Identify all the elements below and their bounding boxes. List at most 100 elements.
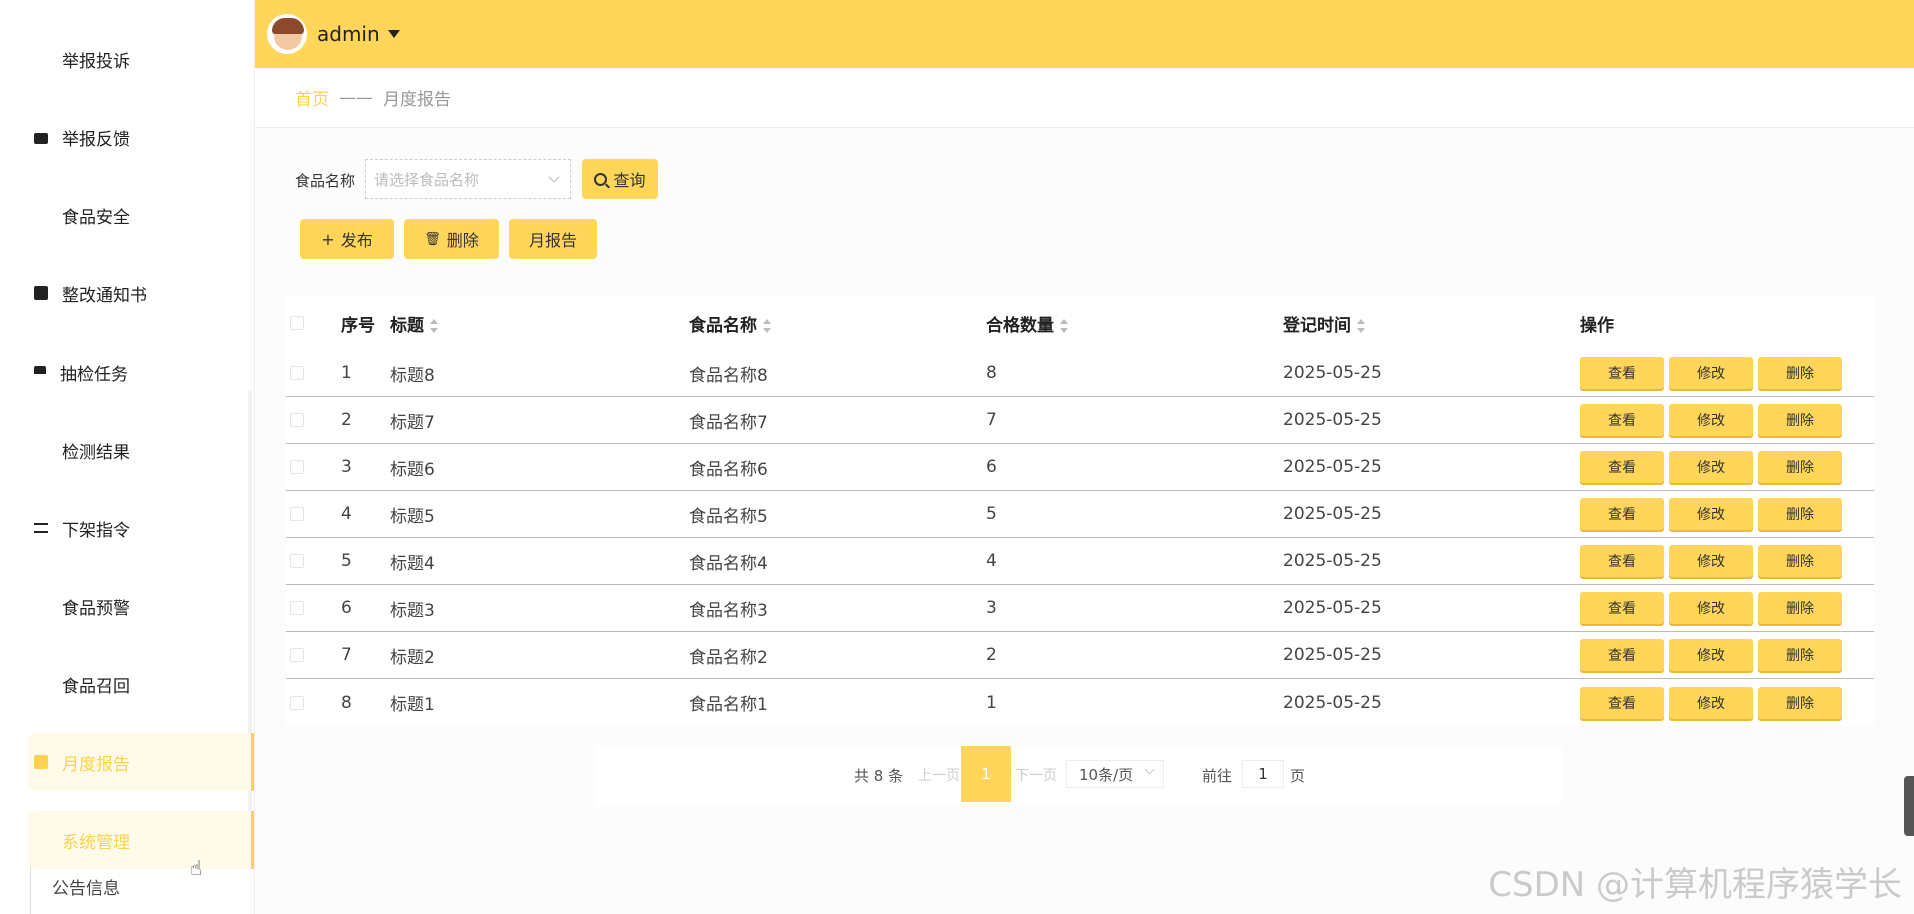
monthly-report-button-label: 月报告 [528,231,577,250]
cell-food-name: 食品名称8 [689,365,768,386]
row-checkbox[interactable] [290,366,304,380]
col-header-date[interactable]: 登记时间 [1283,311,1365,336]
sidebar-item-monthly-report[interactable]: 月度报告 [28,733,254,791]
edit-button[interactable]: 修改 [1669,545,1753,577]
grid-icon [34,208,48,222]
row-actions: 查看 修改 删除 [1580,498,1842,530]
clipboard-icon [34,755,48,769]
view-button[interactable]: 查看 [1580,498,1664,530]
row-delete-button[interactable]: 删除 [1758,592,1842,624]
sidebar-item-system-management[interactable]: 系统管理 [28,811,254,869]
monthly-report-button[interactable]: 月报告 [509,219,597,259]
view-button[interactable]: 查看 [1580,639,1664,671]
col-header-title[interactable]: 标题 [390,311,438,336]
pagination-goto-input[interactable]: 1 [1242,760,1284,788]
cell-qualified-qty: 8 [986,363,997,383]
publish-button[interactable]: + 发布 [300,219,394,259]
submenu-line [30,866,31,914]
delete-button[interactable]: 🗑 删除 [404,219,499,259]
row-delete-button[interactable]: 删除 [1758,498,1842,530]
sidebar-item-food-recall[interactable]: 食品召回 [28,655,254,713]
edit-button[interactable]: 修改 [1669,404,1753,436]
query-button[interactable]: 查询 [582,159,658,199]
row-checkbox[interactable] [290,460,304,474]
pagination-current-page[interactable]: 1 [961,746,1011,802]
view-button[interactable]: 查看 [1580,451,1664,483]
edit-button[interactable]: 修改 [1669,639,1753,671]
row-checkbox[interactable] [290,554,304,568]
row-delete-button[interactable]: 删除 [1758,404,1842,436]
sidebar-item-removal-order[interactable]: 下架指令 [28,499,254,557]
sort-icon[interactable] [430,318,438,333]
sidebar-item-complaint[interactable]: 举报投诉 [28,30,254,88]
view-button[interactable]: 查看 [1580,545,1664,577]
trash-icon: 🗑 [424,231,441,247]
col-header-qty[interactable]: 合格数量 [986,311,1068,336]
row-delete-button[interactable]: 删除 [1758,451,1842,483]
view-button[interactable]: 查看 [1580,404,1664,436]
edit-button[interactable]: 修改 [1669,451,1753,483]
avatar[interactable] [267,14,307,54]
cell-index: 5 [341,551,352,571]
cell-register-date: 2025-05-25 [1283,692,1382,713]
col-header-food[interactable]: 食品名称 [689,311,771,336]
side-handle[interactable] [1904,776,1914,836]
plus-icon: + [321,229,335,249]
cell-title: 标题8 [390,365,435,386]
top-header: admin [255,0,1914,68]
row-checkbox[interactable] [290,507,304,521]
food-name-label: 食品名称 [295,172,356,190]
sort-icon[interactable] [1357,318,1365,333]
cell-index: 8 [341,692,352,713]
data-table: 序号 标题 食品名称 合格数量 登记时间 操作 1 标题8 食品名称8 8 2025-0… [286,296,1874,726]
cell-food-name: 食品名称5 [689,506,768,527]
view-button[interactable]: 查看 [1580,357,1664,389]
sidebar-item-label: 整改通知书 [62,285,147,306]
view-button[interactable]: 查看 [1580,686,1664,719]
page-size-select[interactable]: 10条/页 [1066,760,1164,788]
row-delete-button[interactable]: 删除 [1758,686,1842,719]
sidebar-item-inspection-task[interactable]: 抽检任务 [28,343,254,401]
row-checkbox[interactable] [290,413,304,427]
edit-button[interactable]: 修改 [1669,592,1753,624]
sort-icon[interactable] [1060,318,1068,333]
row-actions: 查看 修改 删除 [1580,357,1842,389]
username[interactable]: admin [317,22,380,46]
row-delete-button[interactable]: 删除 [1758,357,1842,389]
publish-button-label: 发布 [340,231,373,250]
caret-down-icon[interactable] [387,30,400,38]
sort-icon[interactable] [763,318,771,333]
edit-button[interactable]: 修改 [1669,686,1753,719]
breadcrumb-current: 月度报告 [383,90,451,110]
food-name-select[interactable]: 请选择食品名称 [365,159,571,199]
row-delete-button[interactable]: 删除 [1758,639,1842,671]
sidebar-item-food-safety[interactable]: 食品安全 [28,186,254,244]
edit-button[interactable]: 修改 [1669,357,1753,389]
pagination-next[interactable]: 下一页 [1015,765,1057,785]
table-row: 2 标题7 食品名称7 7 2025-05-25 查看 修改 删除 [286,397,1874,444]
cell-title: 标题5 [390,506,435,527]
select-all-checkbox[interactable] [290,316,304,330]
cell-title: 标题1 [390,695,435,715]
row-delete-button[interactable]: 删除 [1758,545,1842,577]
sidebar-item-test-results[interactable]: 检测结果 [28,421,254,479]
cell-qualified-qty: 6 [986,457,997,477]
grid-icon [34,52,48,66]
cell-qualified-qty: 1 [986,692,997,713]
col-header-date-label: 登记时间 [1283,315,1351,336]
row-checkbox[interactable] [290,601,304,615]
row-checkbox[interactable] [290,695,304,710]
edit-button[interactable]: 修改 [1669,498,1753,530]
breadcrumb-home[interactable]: 首页 [295,85,329,110]
brush-icon [34,366,46,374]
sidebar-item-rectification[interactable]: 整改通知书 [28,264,254,322]
pagination-prev[interactable]: 上一页 [918,765,960,785]
row-checkbox[interactable] [290,648,304,662]
view-button[interactable]: 查看 [1580,592,1664,624]
sidebar-item-food-warning[interactable]: 食品预警 [28,577,254,635]
sidebar-item-feedback[interactable]: 举报反馈 [28,108,254,166]
sidebar-subitem-notice[interactable]: 公告信息 [52,874,120,899]
avatar-hair [272,18,304,34]
watermark: CSDN @计算机程序猿学长 [1488,865,1902,905]
cell-food-name: 食品名称4 [689,553,768,574]
